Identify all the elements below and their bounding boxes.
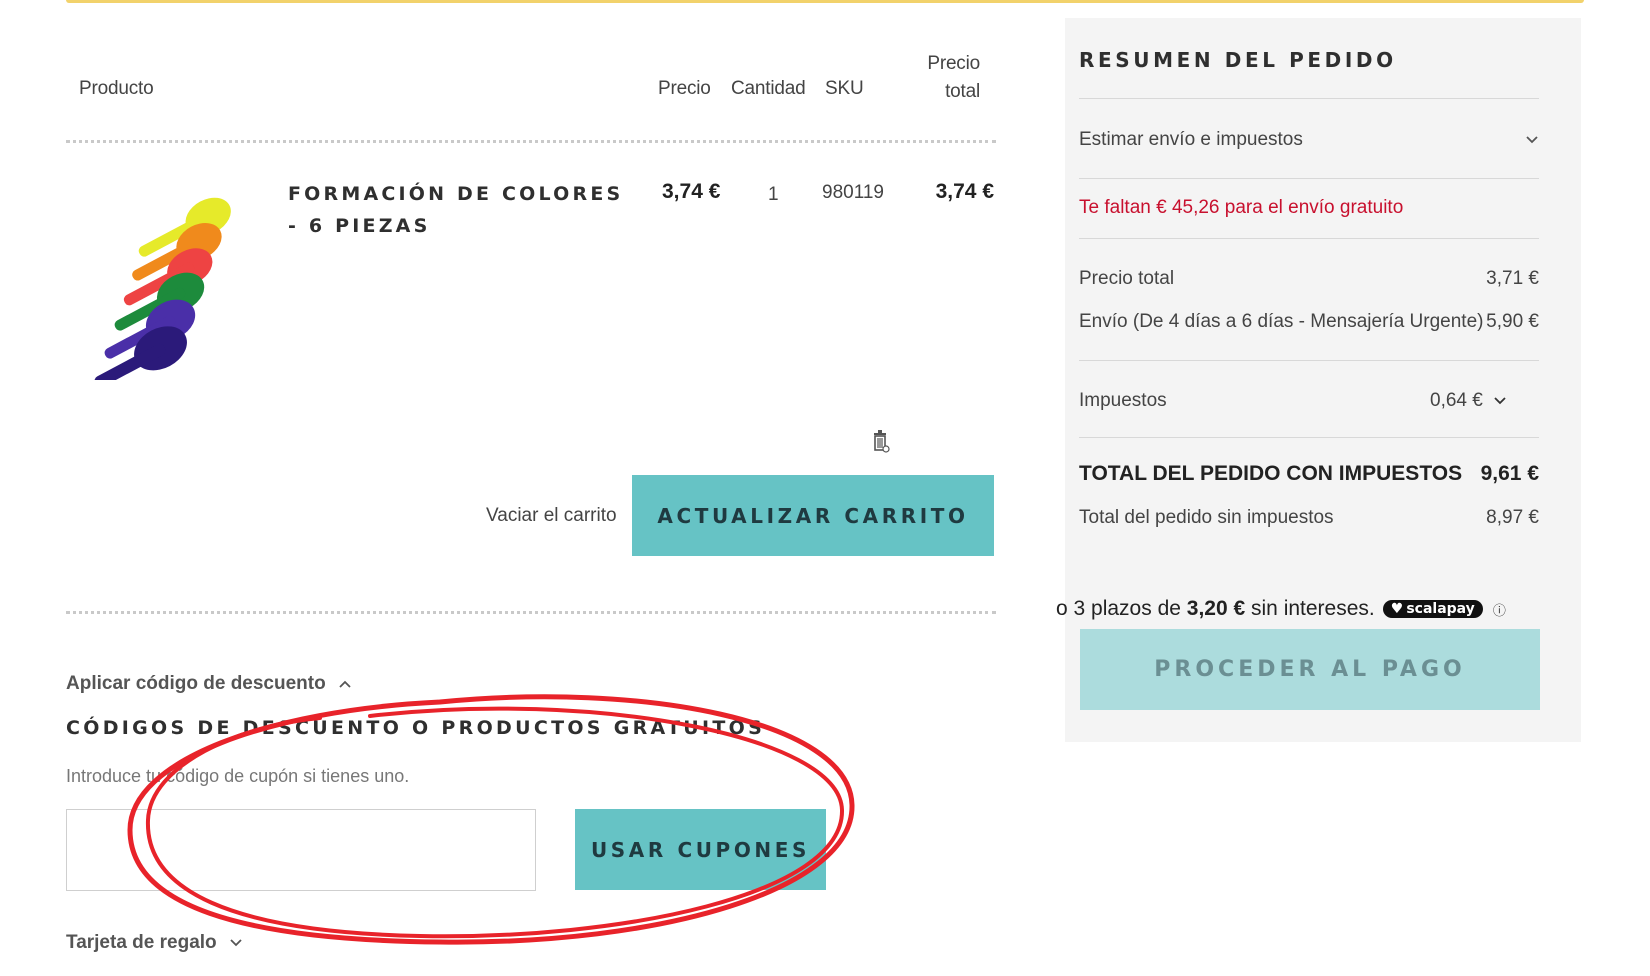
tax-value: 0,64 € bbox=[1430, 390, 1483, 411]
header-total-line1: Precio bbox=[927, 53, 980, 74]
coupon-input[interactable] bbox=[66, 809, 536, 891]
product-total: 3,74 € bbox=[935, 180, 994, 203]
excl-tax-value: 8,97 € bbox=[1486, 507, 1539, 528]
discount-toggle-label: Aplicar código de descuento bbox=[66, 673, 326, 694]
gift-card-toggle-label: Tarjeta de regalo bbox=[66, 932, 217, 953]
proceed-to-checkout-button[interactable]: PROCEDER AL PAGO bbox=[1080, 629, 1540, 710]
estimate-shipping-toggle[interactable]: Estimar envío e impuestos bbox=[1079, 129, 1539, 151]
free-shipping-message: Te faltan € 45,26 para el envío gratuito bbox=[1079, 197, 1404, 218]
scalapay-logo-text: scalapay bbox=[1406, 601, 1475, 617]
colored-spoons-image bbox=[94, 197, 231, 388]
header-quantity: Cantidad bbox=[731, 78, 806, 99]
grand-total-value: 9,61 € bbox=[1480, 462, 1539, 485]
scalapay-logo: ♥ scalapay bbox=[1382, 600, 1483, 618]
header-total-line2: total bbox=[945, 81, 980, 102]
divider bbox=[66, 140, 996, 143]
header-total: Precio total bbox=[900, 50, 980, 106]
divider bbox=[1079, 238, 1539, 239]
shipping-value: 5,90 € bbox=[1486, 311, 1539, 332]
top-accent-line bbox=[66, 0, 1584, 3]
scalapay-suffix: sin intereses. bbox=[1251, 597, 1375, 620]
gift-card-toggle[interactable]: Tarjeta de regalo bbox=[66, 932, 243, 954]
discount-title: CÓDIGOS DE DESCUENTO O PRODUCTOS GRATUIT… bbox=[66, 717, 766, 739]
divider bbox=[1079, 98, 1539, 99]
tax-label: Impuestos bbox=[1079, 390, 1167, 411]
empty-cart-link[interactable]: Vaciar el carrito bbox=[486, 505, 617, 527]
info-icon[interactable]: ⓘ bbox=[1493, 600, 1506, 619]
chevron-down-icon bbox=[229, 932, 243, 954]
tax-toggle[interactable]: 0,64 € bbox=[1430, 390, 1507, 412]
excl-tax-label: Total del pedido sin impuestos bbox=[1079, 507, 1334, 528]
divider bbox=[66, 611, 996, 614]
estimate-shipping-label: Estimar envío e impuestos bbox=[1079, 129, 1303, 150]
product-image[interactable] bbox=[66, 190, 276, 388]
discount-toggle[interactable]: Aplicar código de descuento bbox=[66, 673, 352, 695]
divider bbox=[1079, 437, 1539, 438]
header-product: Producto bbox=[79, 78, 154, 99]
chevron-up-icon bbox=[338, 673, 352, 695]
shipping-label: Envío (De 4 días a 6 días - Mensajería U… bbox=[1079, 311, 1484, 332]
update-cart-button[interactable]: ACTUALIZAR CARRITO bbox=[632, 475, 994, 556]
heart-icon: ♥ bbox=[1390, 601, 1404, 617]
subtotal-value: 3,71 € bbox=[1486, 268, 1539, 289]
apply-coupon-button[interactable]: USAR CUPONES bbox=[575, 809, 826, 890]
product-sku: 980119 bbox=[822, 182, 884, 203]
scalapay-prefix: o 3 plazos de bbox=[1056, 597, 1181, 620]
grand-total-label: TOTAL DEL PEDIDO CON IMPUESTOS bbox=[1079, 462, 1463, 485]
product-name[interactable]: FORMACIÓN DE COLORES - 6 PIEZAS bbox=[288, 178, 628, 242]
divider bbox=[1079, 360, 1539, 361]
scalapay-widget: o 3 plazos de 3,20 € sin intereses. ♥ sca… bbox=[1056, 597, 1506, 621]
scalapay-amount: 3,20 € bbox=[1186, 597, 1246, 620]
header-sku: SKU bbox=[825, 78, 864, 99]
divider bbox=[1079, 178, 1539, 179]
chevron-down-icon bbox=[1493, 390, 1507, 412]
chevron-down-icon bbox=[1525, 129, 1539, 151]
header-price: Precio bbox=[658, 78, 711, 99]
trash-icon[interactable] bbox=[870, 428, 892, 454]
quantity-input[interactable]: 1 bbox=[768, 184, 779, 206]
summary-title: RESUMEN DEL PEDIDO bbox=[1079, 48, 1397, 72]
discount-hint: Introduce tu código de cupón si tienes u… bbox=[66, 766, 410, 786]
product-price: 3,74 € bbox=[662, 180, 721, 203]
subtotal-label: Precio total bbox=[1079, 268, 1175, 289]
